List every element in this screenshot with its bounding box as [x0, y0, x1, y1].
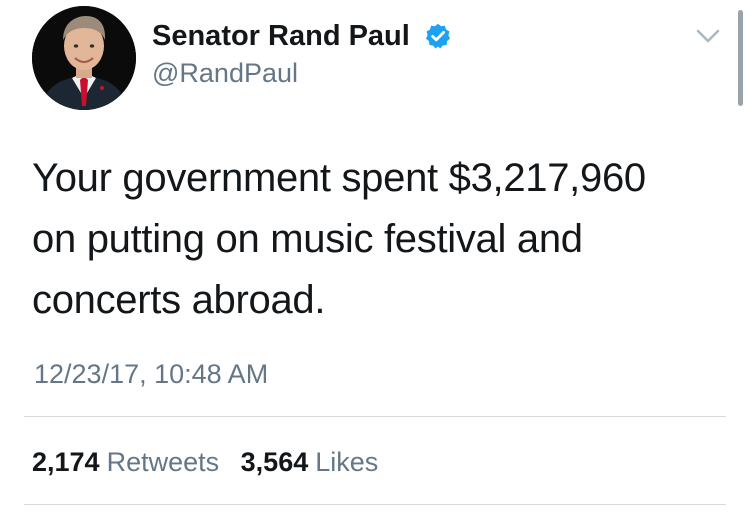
retweets-stat[interactable]: 2,174 Retweets [32, 445, 219, 479]
profile-photo [32, 6, 136, 110]
chevron-down-icon[interactable] [694, 26, 722, 46]
tweet-timestamp[interactable]: 12/23/17, 10:48 AM [34, 357, 268, 391]
like-count: 3,564 [240, 447, 309, 477]
divider [24, 504, 726, 505]
tweet-text-line: Your government spent $3,217,960 [32, 156, 646, 200]
likes-stat[interactable]: 3,564 Likes [241, 445, 379, 479]
tweet-text-line: on putting on music festival and [32, 217, 583, 261]
tweet-stats: 2,174 Retweets 3,564 Likes [32, 445, 378, 479]
tweet-text: Your government spent $3,217,960 on putt… [32, 148, 722, 331]
retweet-label: Retweets [106, 447, 220, 477]
scrollbar[interactable] [738, 10, 743, 106]
tweet-text-line: concerts abroad. [32, 278, 326, 322]
verified-badge-icon [425, 23, 451, 49]
divider [24, 416, 726, 417]
avatar[interactable] [32, 6, 136, 110]
retweet-count: 2,174 [32, 447, 100, 477]
like-label: Likes [315, 447, 379, 477]
user-handle[interactable]: @RandPaul [152, 57, 298, 89]
display-name[interactable]: Senator Rand Paul [152, 19, 410, 53]
